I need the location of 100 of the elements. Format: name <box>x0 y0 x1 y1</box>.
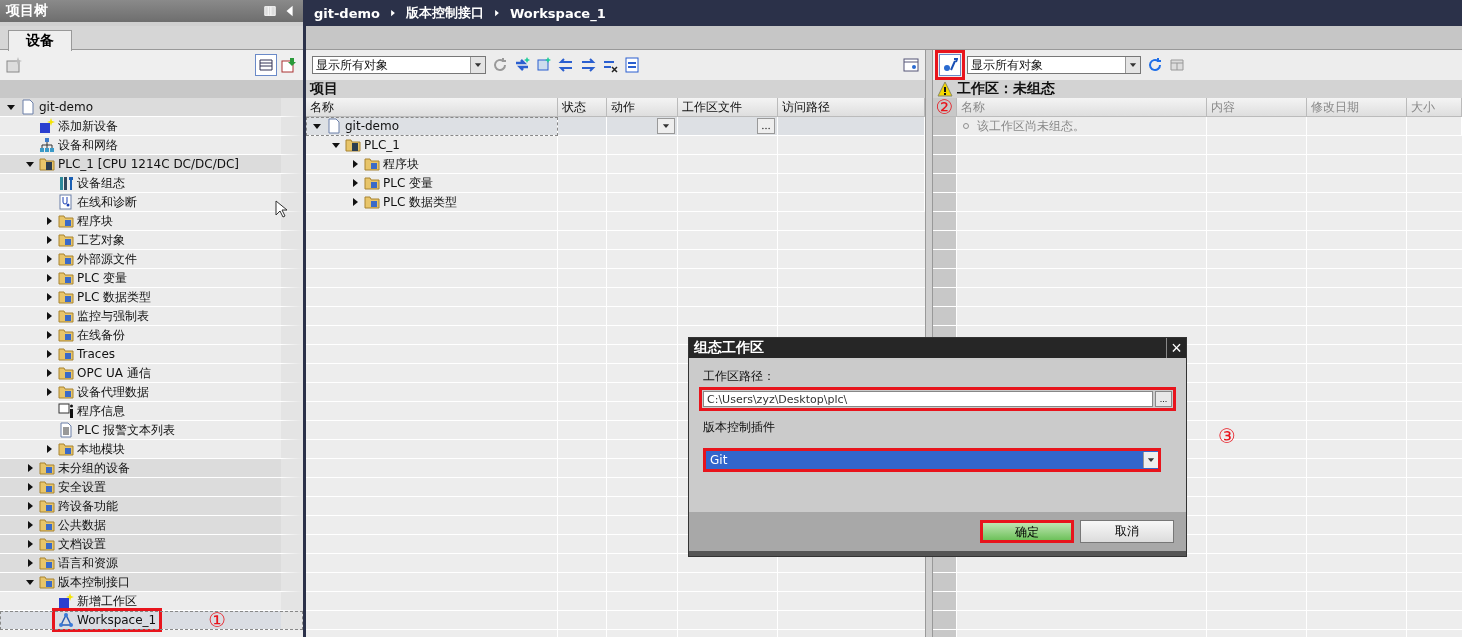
tree-item[interactable]: 跨设备功能 <box>0 497 303 516</box>
tree-item[interactable]: 工艺对象 <box>0 231 303 250</box>
collapse-icon[interactable] <box>329 141 343 149</box>
folder-icon <box>58 232 74 248</box>
item-label: 公共数据 <box>58 516 106 534</box>
item-label: PLC 数据类型 <box>77 288 152 306</box>
collapse-icon[interactable] <box>23 578 37 586</box>
arrows-left-icon <box>558 57 574 73</box>
column-header[interactable]: 状态 <box>558 98 607 117</box>
tree-item[interactable]: 未分组的设备 <box>0 459 303 478</box>
table-export-icon <box>281 57 297 73</box>
folder-icon <box>58 289 74 305</box>
tree-item[interactable]: 本地模块 <box>0 440 303 459</box>
collapse-icon[interactable] <box>23 160 37 168</box>
item-label: 新增工作区 <box>77 592 137 610</box>
tree-item[interactable]: 监控与强制表 <box>0 307 303 326</box>
tree-item[interactable]: 新增工作区 <box>0 592 303 611</box>
tree-item[interactable]: git-demo <box>306 117 558 136</box>
item-label: PLC 报警文本列表 <box>77 421 176 439</box>
plugin-dropdown[interactable]: Git <box>703 448 1161 472</box>
tree-item[interactable]: git-demo <box>0 98 303 117</box>
tree-item[interactable]: 添加新设备 <box>0 117 303 136</box>
tree-item[interactable]: 程序块 <box>0 212 303 231</box>
tree-item[interactable]: PLC_1 [CPU 1214C DC/DC/DC] <box>0 155 303 174</box>
status-message: 该工作区尚未组态。 <box>957 117 1085 135</box>
item-label: 本地模块 <box>77 440 125 458</box>
filter-dropdown[interactable]: 显示所有对象 <box>967 56 1141 74</box>
path-field[interactable]: C:\Users\zyz\Desktop\plc\ <box>703 391 1153 407</box>
sync-edit-icon <box>536 57 552 73</box>
tree-item[interactable]: 设备代理数据 <box>0 383 303 402</box>
tree-item[interactable]: Traces <box>0 345 303 364</box>
tree-item[interactable]: 在线备份 <box>0 326 303 345</box>
tree-item[interactable]: OPC UA 通信 <box>0 364 303 383</box>
folder-icon <box>39 479 55 495</box>
field-label: 版本控制插件 <box>703 419 776 436</box>
tree-item[interactable]: PLC 变量 <box>306 174 558 193</box>
tree-item[interactable]: 程序信息 <box>0 402 303 421</box>
step-number: ① <box>208 610 227 630</box>
item-label: PLC_1 <box>364 138 400 152</box>
tree-item[interactable]: Workspace_1 ① <box>0 611 303 630</box>
new-item-icon <box>58 593 74 609</box>
device-config-icon <box>58 175 74 191</box>
tree-item[interactable]: 程序块 <box>306 155 558 174</box>
dropdown-button[interactable] <box>657 118 675 134</box>
plc-folder-icon <box>345 137 361 153</box>
folder-icon <box>39 460 55 476</box>
folder-icon <box>58 441 74 457</box>
tab[interactable]: 设备 <box>8 30 72 51</box>
tree-item[interactable]: PLC 报警文本列表 <box>0 421 303 440</box>
breadcrumb-item[interactable]: 版本控制接口 <box>406 4 484 22</box>
tree-item[interactable]: 设备组态 <box>0 174 303 193</box>
tree-item[interactable]: 外部源文件 <box>0 250 303 269</box>
item-label: git-demo <box>39 100 94 114</box>
column-header[interactable]: 访问路径 <box>778 98 925 117</box>
item-label: 程序信息 <box>77 402 125 420</box>
browse-button[interactable] <box>757 118 775 134</box>
tree-item[interactable]: 设备和网络 <box>0 136 303 155</box>
cancel-button[interactable]: 取消 <box>1080 520 1174 543</box>
item-label: PLC 变量 <box>383 174 434 192</box>
breadcrumb-item[interactable]: Workspace_1 <box>510 5 606 21</box>
refresh-icon <box>492 57 508 73</box>
item-label: Traces <box>77 347 116 361</box>
filter-dropdown[interactable]: 显示所有对象 <box>312 56 486 74</box>
breadcrumb-item[interactable]: git-demo <box>314 5 380 21</box>
tree-item[interactable]: 文档设置 <box>0 535 303 554</box>
list-view-button[interactable] <box>255 54 277 76</box>
item-label: PLC 变量 <box>77 269 128 287</box>
folder-icon <box>39 498 55 514</box>
folder-icon <box>58 327 74 343</box>
folder-icon <box>58 346 74 362</box>
folder-icon <box>39 555 55 571</box>
item-label: 设备代理数据 <box>77 383 149 401</box>
tree-item[interactable]: PLC 数据类型 <box>0 288 303 307</box>
tree-item[interactable]: 安全设置 <box>0 478 303 497</box>
info-icon <box>58 403 74 419</box>
column-header[interactable]: 名称 <box>306 98 558 117</box>
step-number: ② <box>935 97 954 117</box>
item-label: 在线和诊断 <box>77 193 137 211</box>
column-header[interactable]: 工作区文件 <box>678 98 778 117</box>
tree-item[interactable]: 版本控制接口 <box>0 573 303 592</box>
section-title: 工作区：未组态 <box>957 80 1055 98</box>
item-label: 文档设置 <box>58 535 106 553</box>
ok-button[interactable]: 确定 <box>980 520 1074 543</box>
item-label: 跨设备功能 <box>58 497 118 515</box>
plc-folder-icon <box>39 156 55 172</box>
folder-icon <box>58 384 74 400</box>
folder-icon <box>58 308 74 324</box>
item-label: 设备和网络 <box>58 136 118 154</box>
column-header[interactable]: 动作 <box>607 98 678 117</box>
tree-item[interactable]: 在线和诊断 <box>0 193 303 212</box>
tree-item[interactable]: 公共数据 <box>0 516 303 535</box>
tree-item[interactable]: PLC 变量 <box>0 269 303 288</box>
collapse-icon[interactable] <box>4 103 18 111</box>
tree-item[interactable]: PLC_1 <box>306 136 558 155</box>
folder-icon <box>58 213 74 229</box>
table-cell <box>558 136 607 155</box>
folder-icon <box>39 574 55 590</box>
collapse-icon[interactable] <box>310 122 324 130</box>
tree-item[interactable]: 语言和资源 <box>0 554 303 573</box>
browse-button[interactable]: ... <box>1155 391 1172 407</box>
